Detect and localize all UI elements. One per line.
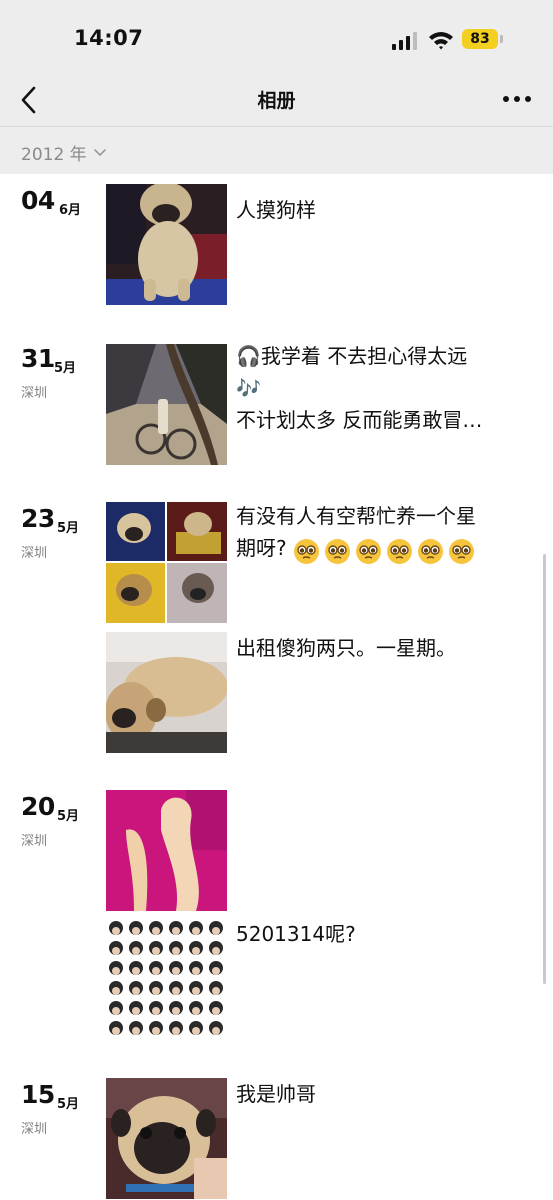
entry-day: 23 <box>21 504 55 533</box>
pleading-face-icon <box>325 539 350 564</box>
chevron-down-icon <box>93 148 106 156</box>
collage-photo-4 <box>167 563 227 623</box>
entry-location: 深圳 <box>21 1122 48 1137</box>
signal-icon <box>392 32 417 50</box>
entry-month: 5月 <box>57 521 80 536</box>
more-button[interactable] <box>499 86 535 112</box>
entry-caption[interactable]: 人摸狗样 <box>236 194 526 226</box>
page-title: 相册 <box>257 90 296 112</box>
entry-caption[interactable]: 5201314呢? <box>236 918 526 950</box>
battery-icon: 83 <box>462 29 504 51</box>
entry-day: 31 <box>21 344 55 373</box>
photo-thumbnail[interactable] <box>106 1078 227 1199</box>
entry-day: 20 <box>21 792 55 821</box>
pleading-face-icon <box>449 539 474 564</box>
photo-collage[interactable] <box>106 502 227 623</box>
entry-month: 5月 <box>57 809 80 824</box>
status-time: 14:07 <box>74 26 144 50</box>
entry-location: 深圳 <box>21 834 48 849</box>
entry-caption[interactable]: 出租傻狗两只。一星期。 <box>236 632 526 664</box>
entry-month: 6月 <box>59 203 82 218</box>
photo-thumbnail[interactable] <box>106 632 227 753</box>
entry-day: 15 <box>21 1080 55 1109</box>
pleading-face-icon <box>387 539 412 564</box>
wifi-icon <box>429 32 453 50</box>
entry-day: 04 <box>21 186 55 215</box>
collage-photo-2 <box>167 502 227 561</box>
photo-thumbnail[interactable] <box>106 184 227 305</box>
scroll-indicator[interactable] <box>543 554 546 984</box>
battery-level: 83 <box>462 29 498 49</box>
year-bar: 2012 年 <box>0 126 553 175</box>
photo-thumbnail[interactable] <box>106 918 227 1039</box>
nav-bar: 相册 <box>0 76 553 126</box>
collage-photo-3 <box>106 563 165 623</box>
album-feed[interactable]: 04 6月 人摸狗样 31 5月 深圳 🎧我学着 不去担心得太远 🎶 不计划太多… <box>0 174 553 1200</box>
entry-month: 5月 <box>54 361 77 376</box>
entry-caption[interactable]: 我是帅哥 <box>236 1078 526 1110</box>
collage-photo-1 <box>106 502 165 561</box>
top-bar: 14:07 83 相册 <box>0 0 553 126</box>
entry-caption[interactable]: 🎧我学着 不去担心得太远 🎶 不计划太多 反而能勇敢冒… <box>236 340 526 436</box>
year-label: 2012 年 <box>21 145 87 165</box>
year-filter[interactable]: 2012 年 <box>21 140 107 165</box>
emoji-row <box>293 538 475 565</box>
pleading-face-icon <box>418 539 443 564</box>
more-dots-icon <box>503 96 531 102</box>
pleading-face-icon <box>356 539 381 564</box>
photo-thumbnail[interactable] <box>106 344 227 465</box>
entry-location: 深圳 <box>21 546 48 561</box>
status-bar: 14:07 83 <box>0 0 553 76</box>
entry-month: 5月 <box>57 1097 80 1112</box>
entry-location: 深圳 <box>21 386 48 401</box>
battery-tip <box>500 35 503 43</box>
photo-thumbnail[interactable] <box>106 790 227 911</box>
pleading-face-icon <box>294 539 319 564</box>
